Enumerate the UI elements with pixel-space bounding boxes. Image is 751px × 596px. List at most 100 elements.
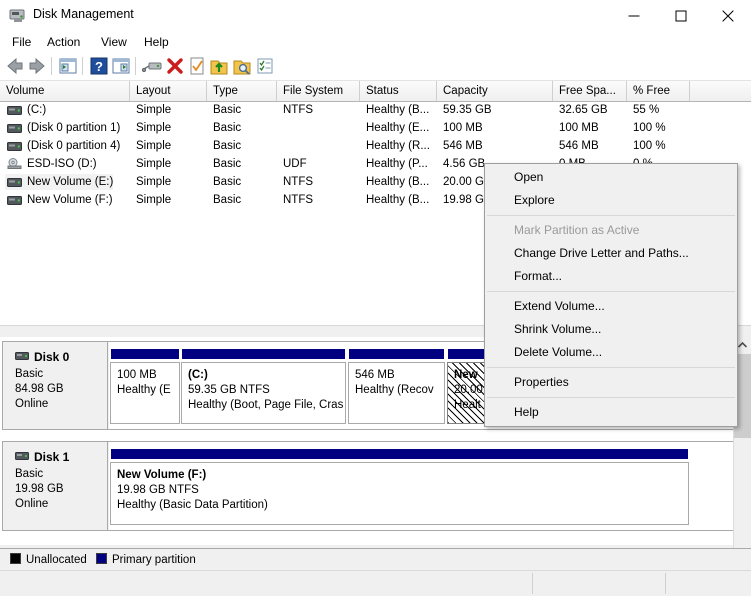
context-menu-item-explore[interactable]: Explore [485,189,737,212]
type-cell: Basic [213,122,242,134]
partition-title: New Volume (F:) [117,469,207,481]
partition-bar [110,448,689,460]
column-header-layout[interactable]: Layout [130,81,207,101]
layout-cell: Simple [136,176,172,188]
rescan-disks-icon[interactable] [141,55,163,77]
status-cell: Healthy (E... [366,122,430,134]
status-separator-2 [665,573,666,594]
properties-icon[interactable] [186,55,208,77]
volume-list-header: Volume Layout Type File System Status Ca… [0,81,751,102]
export-list-icon[interactable] [208,55,230,77]
type-cell: Basic [213,194,242,206]
partition-size: 19.98 GB NTFS [117,484,199,496]
maximize-button[interactable] [658,0,704,31]
partition-size: 100 MB [117,369,157,381]
menu-file[interactable]: File [6,34,37,50]
partition-block[interactable]: 546 MB Healthy (Recov [348,348,445,424]
context-menu-item-delete-volume[interactable]: Delete Volume... [485,341,737,364]
table-row[interactable]: (Disk 0 partition 1) Simple Basic Health… [0,119,751,137]
show-hide-action-pane-icon[interactable] [110,55,132,77]
column-header-status[interactable]: Status [360,81,437,101]
cd-rom-icon [7,158,22,173]
disk-info-1: Disk 1 Basic 19.98 GB Online [3,442,108,530]
pct-free-cell: 100 % [633,140,666,152]
context-menu-item-open[interactable]: Open [485,166,737,189]
volume-cell: New Volume (E:) [5,174,114,190]
toolbar: ? [0,52,751,81]
capacity-cell: 100 MB [443,122,483,134]
disk-type-0: Basic [15,368,44,380]
disk-name-0: Disk 0 [15,349,107,364]
disk-size-0: 84.98 GB [15,383,64,395]
free-space-cell: 32.65 GB [559,104,608,116]
type-cell: Basic [213,176,242,188]
delete-icon[interactable] [164,55,186,77]
column-header-free-space[interactable]: Free Spa... [553,81,627,101]
column-header-volume[interactable]: Volume [0,81,130,101]
toolbar-separator-2 [82,57,83,75]
column-header-capacity[interactable]: Capacity [437,81,553,101]
window-title: Disk Management [33,7,134,21]
forward-icon[interactable] [26,55,48,77]
free-space-cell: 100 MB [559,122,599,134]
close-button[interactable] [705,0,751,31]
disk-management-window: Disk Management File Action View Help ? [0,0,751,596]
type-cell: Basic [213,140,242,152]
table-row[interactable]: (C:) Simple Basic NTFS Healthy (B... 59.… [0,101,751,119]
column-header-file-system[interactable]: File System [277,81,360,101]
toolbar-separator-3 [135,57,136,75]
svg-text:?: ? [95,59,103,74]
status-cell: Healthy (B... [366,176,430,188]
partition-block[interactable]: 100 MB Healthy (E [110,348,180,424]
partition-body: New Volume (F:) 19.98 GB NTFS Healthy (B… [110,462,689,525]
volume-label: (Disk 0 partition 1) [27,122,121,134]
table-row[interactable]: (Disk 0 partition 4) Simple Basic Health… [0,137,751,155]
context-menu: Open Explore Mark Partition as Active Ch… [484,163,738,427]
show-hide-console-tree-icon[interactable] [57,55,79,77]
search-icon[interactable] [231,55,253,77]
type-cell: Basic [213,158,242,170]
column-header-type[interactable]: Type [207,81,277,101]
context-menu-item-shrink-volume[interactable]: Shrink Volume... [485,318,737,341]
disk-state-0: Online [15,398,49,410]
capacity-cell: 4.56 GB [443,158,486,170]
partition-health: Healthy (Basic Data Partition) [117,499,268,511]
context-menu-item-properties[interactable]: Properties [485,371,737,394]
volume-cell: (C:) [5,102,46,118]
partition-title: (C:) [188,369,208,381]
volume-label: (C:) [27,104,47,116]
back-icon[interactable] [4,55,26,77]
free-space-cell: 546 MB [559,140,599,152]
partition-block[interactable]: New Volume (F:) 19.98 GB NTFS Healthy (B… [110,448,689,525]
volume-cell: (Disk 0 partition 4) [5,138,120,154]
volume-icon [7,104,22,119]
context-menu-item-change-drive-letter-and-paths[interactable]: Change Drive Letter and Paths... [485,242,737,265]
disk-partitions-1: New Volume (F:) 19.98 GB NTFS Healthy (B… [109,442,735,530]
legend-swatch-primary-partition [96,553,107,564]
task-list-icon[interactable] [254,55,276,77]
minimize-button[interactable] [611,0,657,31]
disk-row-1[interactable]: Disk 1 Basic 19.98 GB Online New Volume … [2,441,736,531]
menu-action[interactable]: Action [41,34,86,50]
context-menu-item-help[interactable]: Help [485,401,737,424]
partition-health: Healthy (E [117,384,171,396]
help-icon[interactable]: ? [88,55,110,77]
disk-name-1: Disk 1 [15,449,107,464]
partition-block[interactable]: (C:) 59.35 GB NTFS Healthy (Boot, Page F… [181,348,346,424]
title-bar: Disk Management [0,0,751,31]
scrollbar-track[interactable] [734,438,751,548]
partition-body: 546 MB Healthy (Recov [348,362,445,424]
layout-cell: Simple [136,122,172,134]
menu-help[interactable]: Help [138,34,175,50]
disk-size-1: 19.98 GB [15,483,64,495]
column-header-extra[interactable] [690,81,751,101]
partition-bar [348,348,445,360]
legend-item-primary-partition: Primary partition [96,553,196,567]
volume-label: New Volume (F:) [27,194,113,206]
status-cell: Healthy (P... [366,158,428,170]
context-menu-item-extend-volume[interactable]: Extend Volume... [485,295,737,318]
status-bar [0,570,751,596]
context-menu-item-format[interactable]: Format... [485,265,737,288]
column-header-pct-free[interactable]: % Free [627,81,690,101]
menu-view[interactable]: View [95,34,133,50]
